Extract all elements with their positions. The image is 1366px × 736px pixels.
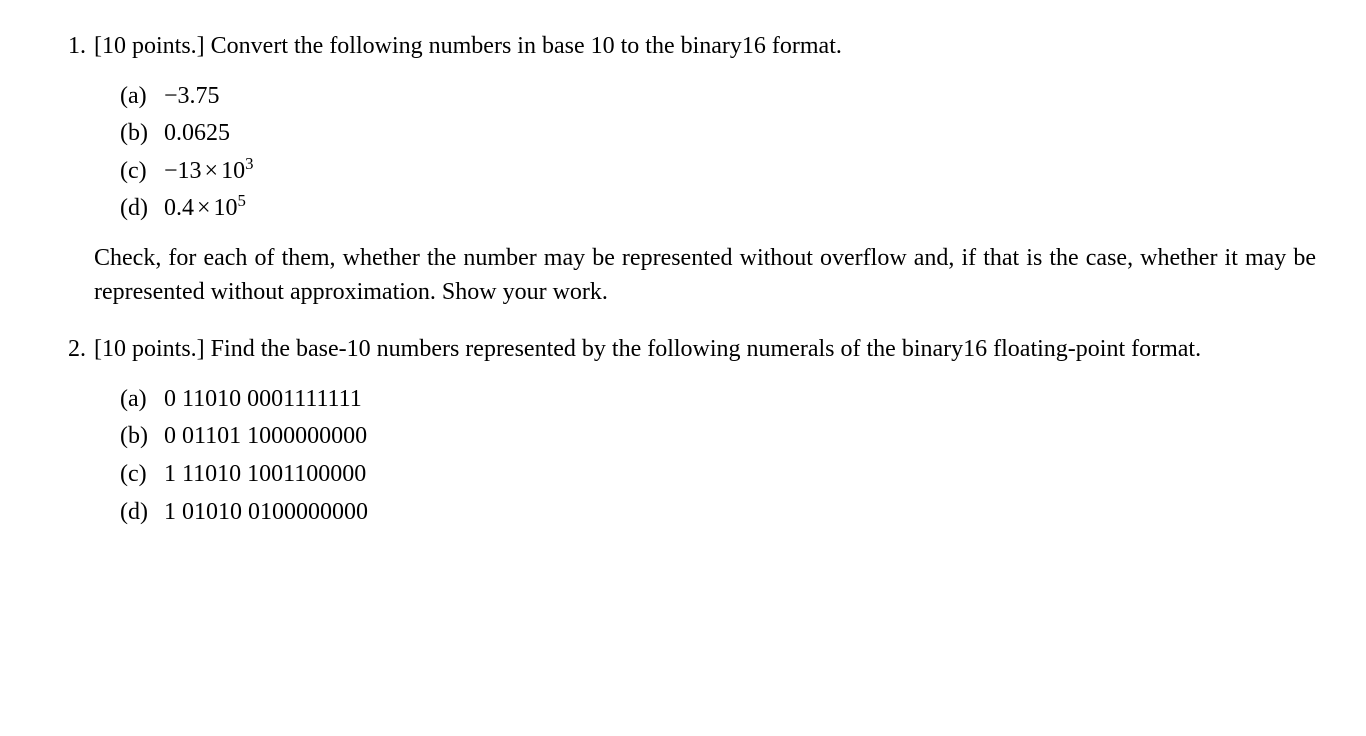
subitem-b: (b) 0.0625: [120, 117, 1316, 151]
prefix: 0.4: [164, 195, 194, 221]
subitem-label: (c): [120, 155, 164, 189]
question-header: 2. [10 points.] Find the base-10 numbers…: [50, 333, 1316, 367]
base: 10: [214, 195, 238, 221]
question-number: 2.: [50, 333, 94, 367]
question-prompt: Find the base-10 numbers represented by …: [211, 336, 1201, 362]
question-1: 1. [10 points.] Convert the following nu…: [50, 30, 1316, 309]
subitem-value: 0 11010 0001111111: [164, 383, 1316, 417]
subitem-label: (b): [120, 420, 164, 454]
subitem-label: (c): [120, 458, 164, 492]
question-text: [10 points.] Find the base-10 numbers re…: [94, 333, 1316, 367]
subitem-b: (b) 0 01101 1000000000: [120, 420, 1316, 454]
prefix: −13: [164, 158, 202, 184]
subitem-value: −13×103: [164, 155, 1316, 189]
question-text: [10 points.] Convert the following numbe…: [94, 30, 1316, 64]
base: 10: [221, 158, 245, 184]
subitem-value: 1 11010 1001100000: [164, 458, 1316, 492]
times-symbol: ×: [202, 158, 222, 184]
question-header: 1. [10 points.] Convert the following nu…: [50, 30, 1316, 64]
subitem-value: 0.4×105: [164, 192, 1316, 226]
subitem-label: (a): [120, 383, 164, 417]
subitem-label: (d): [120, 496, 164, 530]
subitem-c: (c) −13×103: [120, 155, 1316, 189]
times-symbol: ×: [194, 195, 214, 221]
subitem-value: 0 01101 1000000000: [164, 420, 1316, 454]
question-number: 1.: [50, 30, 94, 64]
sublist: (a) 0 11010 0001111111 (b) 0 01101 10000…: [120, 383, 1316, 529]
question-prompt: Convert the following numbers in base 10…: [211, 33, 842, 59]
subitem-label: (d): [120, 192, 164, 226]
question-points: [10 points.]: [94, 33, 205, 59]
exponent: 3: [245, 154, 253, 173]
followup-text: Check, for each of them, whether the num…: [94, 242, 1316, 309]
subitem-label: (b): [120, 117, 164, 151]
subitem-c: (c) 1 11010 1001100000: [120, 458, 1316, 492]
subitem-value: 0.0625: [164, 117, 1316, 151]
subitem-a: (a) 0 11010 0001111111: [120, 383, 1316, 417]
subitem-value: −3.75: [164, 80, 1316, 114]
question-points: [10 points.]: [94, 336, 205, 362]
subitem-d: (d) 1 01010 0100000000: [120, 496, 1316, 530]
question-2: 2. [10 points.] Find the base-10 numbers…: [50, 333, 1316, 529]
exponent: 5: [238, 191, 246, 210]
subitem-value: 1 01010 0100000000: [164, 496, 1316, 530]
subitem-label: (a): [120, 80, 164, 114]
subitem-d: (d) 0.4×105: [120, 192, 1316, 226]
subitem-a: (a) −3.75: [120, 80, 1316, 114]
sublist: (a) −3.75 (b) 0.0625 (c) −13×103 (d) 0.4…: [120, 80, 1316, 226]
